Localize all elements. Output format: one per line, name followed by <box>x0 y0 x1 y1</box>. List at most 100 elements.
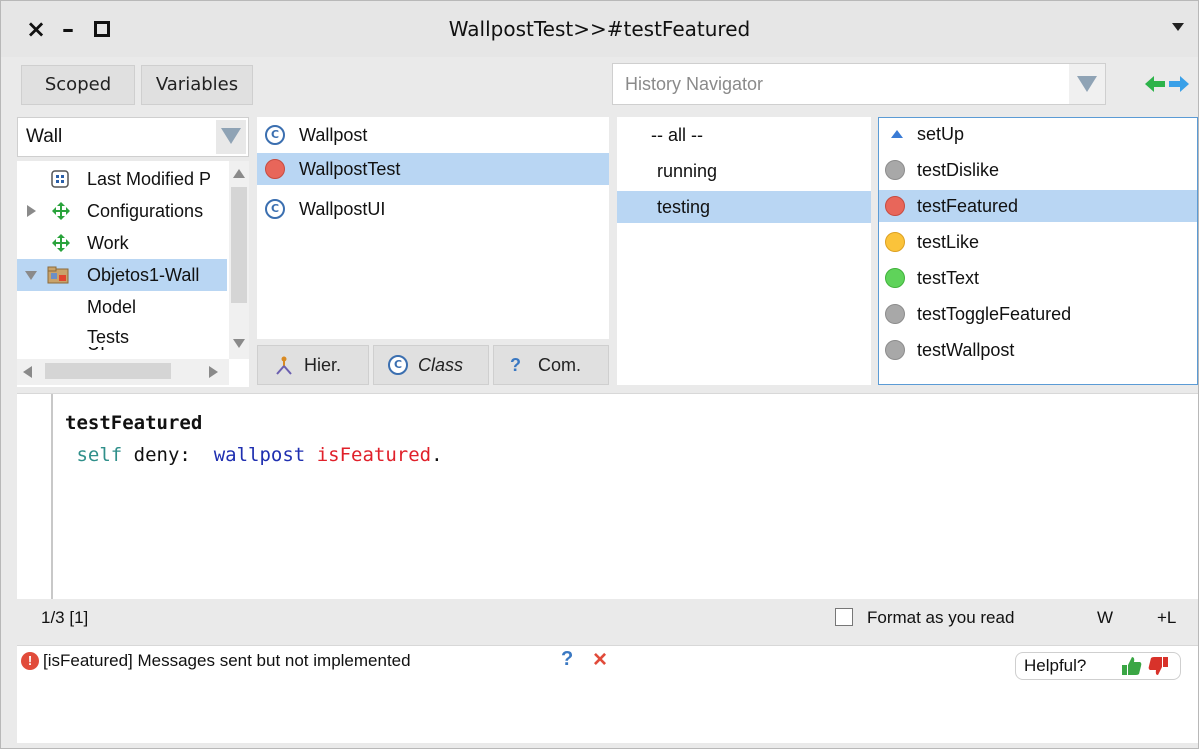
config-icon <box>52 234 70 252</box>
protocol-item[interactable]: -- all -- <box>617 119 871 151</box>
code-critic-pane: ! [isFeatured] Messages sent but not imp… <box>17 645 1198 743</box>
history-navigator[interactable] <box>612 63 1106 105</box>
protocol-item[interactable]: running <box>617 155 871 187</box>
method-item-label: testToggleFeatured <box>917 304 1072 324</box>
code-editor[interactable]: testFeatured self deny: wallpost isFeatu… <box>17 393 1198 600</box>
test-passed-icon[interactable] <box>885 268 905 288</box>
package-tree[interactable]: Last Modified P Configurations Work Obje… <box>17 161 249 387</box>
method-list[interactable]: setUp testDislike testFeatured testLike … <box>878 117 1198 385</box>
method-item[interactable]: setUp <box>879 118 1197 150</box>
method-body-line: self deny: wallpost isFeatured. <box>65 444 443 466</box>
code-token-self: self <box>76 444 123 466</box>
test-not-run-icon[interactable] <box>885 304 905 324</box>
class-item[interactable]: C Wallpost <box>257 119 609 151</box>
collapse-icon[interactable] <box>25 271 37 280</box>
history-forward-icon[interactable] <box>1167 75 1189 93</box>
class-icon: C <box>265 199 285 219</box>
comment-button-label: Com. <box>538 355 582 375</box>
package-item-label: Last Modified P <box>87 169 212 189</box>
hierarchy-button[interactable]: Hier. <box>257 345 369 385</box>
test-not-run-icon[interactable] <box>885 340 905 360</box>
package-item[interactable]: Work <box>17 227 225 259</box>
package-item[interactable]: Configurations <box>17 195 225 227</box>
class-item-selected[interactable]: WallpostTest <box>257 153 609 185</box>
help-icon: ? <box>510 355 521 375</box>
history-navigator-input[interactable] <box>613 64 1053 104</box>
package-tag-item[interactable]: Model <box>17 291 225 323</box>
class-side-button[interactable]: C Class <box>373 345 489 385</box>
package-filter-dropdown[interactable] <box>216 120 246 154</box>
package-filter-input[interactable] <box>18 118 208 156</box>
code-token-period: . <box>431 444 443 466</box>
class-item[interactable]: C WallpostUI <box>257 193 609 225</box>
wrap-mode-button[interactable]: W <box>1097 608 1113 628</box>
test-error-icon[interactable] <box>885 232 905 252</box>
scroll-down-icon[interactable] <box>233 339 245 348</box>
class-item-label: Wallpost <box>299 125 368 145</box>
method-item[interactable]: testLike <box>879 226 1197 258</box>
code-token-unimplemented-selector: isFeatured <box>305 444 432 466</box>
package-icon <box>47 266 69 284</box>
browser-window: × – WallpostTest>>#testFeatured Scoped V… <box>0 0 1199 749</box>
scroll-thumb[interactable] <box>45 363 171 379</box>
config-icon <box>52 202 70 220</box>
method-signature: testFeatured <box>65 412 203 434</box>
critic-error-icon: ! <box>21 652 39 670</box>
scroll-thumb[interactable] <box>231 187 247 303</box>
variables-button[interactable]: Variables <box>141 65 253 105</box>
class-icon: C <box>265 125 285 145</box>
protocol-item-selected[interactable]: testing <box>617 191 871 223</box>
history-dropdown-button[interactable] <box>1069 64 1105 104</box>
method-item[interactable]: testWallpost <box>879 334 1197 366</box>
method-item-selected[interactable]: testFeatured <box>879 190 1197 222</box>
package-item[interactable]: Last Modified P <box>17 163 225 195</box>
package-filter[interactable] <box>17 117 249 157</box>
format-as-you-read-label[interactable]: Format as you read <box>867 608 1014 628</box>
override-up-icon <box>891 130 903 138</box>
critic-dismiss-icon[interactable]: × <box>593 646 607 674</box>
window-menu-icon[interactable] <box>1172 23 1184 31</box>
expand-icon[interactable] <box>27 205 36 217</box>
scoped-button[interactable]: Scoped <box>21 65 135 105</box>
package-tag-label: Model <box>87 297 137 317</box>
hierarchy-icon <box>276 356 292 375</box>
thumbs-up-icon[interactable] <box>1120 655 1142 677</box>
editor-status-bar: 1/3 [1] Format as you read W +L <box>17 599 1198 637</box>
format-as-you-read-checkbox[interactable] <box>835 608 853 626</box>
critic-message[interactable]: [isFeatured] Messages sent but not imple… <box>43 651 411 671</box>
method-item-label: testLike <box>917 232 980 252</box>
method-item[interactable]: testToggleFeatured <box>879 298 1197 330</box>
class-item-label: WallpostUI <box>299 199 386 219</box>
protocol-list[interactable]: -- all -- running testing <box>617 117 871 385</box>
code-token-deny: deny: <box>122 444 214 466</box>
protocol-item-label: testing <box>657 197 711 217</box>
title-bar[interactable]: × – WallpostTest>>#testFeatured <box>1 1 1198 57</box>
test-not-run-icon[interactable] <box>885 160 905 180</box>
scroll-right-icon[interactable] <box>209 366 218 378</box>
critic-help-icon[interactable]: ? <box>561 648 573 671</box>
grid-icon <box>51 170 69 188</box>
package-tree-hscrollbar[interactable] <box>17 359 229 385</box>
package-item-selected[interactable]: Objetos1-Wall <box>17 259 227 291</box>
method-item-label: testWallpost <box>917 340 1015 360</box>
method-item[interactable]: testDislike <box>879 154 1197 186</box>
method-item-label: setUp <box>917 124 965 144</box>
thumbs-down-icon[interactable] <box>1148 655 1170 677</box>
scroll-up-icon[interactable] <box>233 169 245 178</box>
helpful-label: Helpful? <box>1024 656 1087 675</box>
dropdown-icon <box>1077 76 1097 92</box>
class-item-label: WallpostTest <box>299 159 401 179</box>
test-failure-icon <box>265 159 285 179</box>
scroll-left-icon[interactable] <box>23 366 32 378</box>
test-failed-icon[interactable] <box>885 196 905 216</box>
comment-button[interactable]: ? Com. <box>493 345 609 385</box>
line-numbers-button[interactable]: +L <box>1157 608 1176 628</box>
method-item-label: testFeatured <box>917 196 1019 216</box>
dropdown-icon <box>221 128 241 144</box>
hierarchy-button-label: Hier. <box>304 355 342 375</box>
method-item[interactable]: testText <box>879 262 1197 294</box>
class-list[interactable]: C Wallpost WallpostTest C WallpostUI <box>257 117 609 339</box>
package-tree-vscrollbar[interactable] <box>229 161 249 359</box>
package-item-label: Objetos1-Wall <box>87 265 200 285</box>
history-back-icon[interactable] <box>1145 75 1167 93</box>
